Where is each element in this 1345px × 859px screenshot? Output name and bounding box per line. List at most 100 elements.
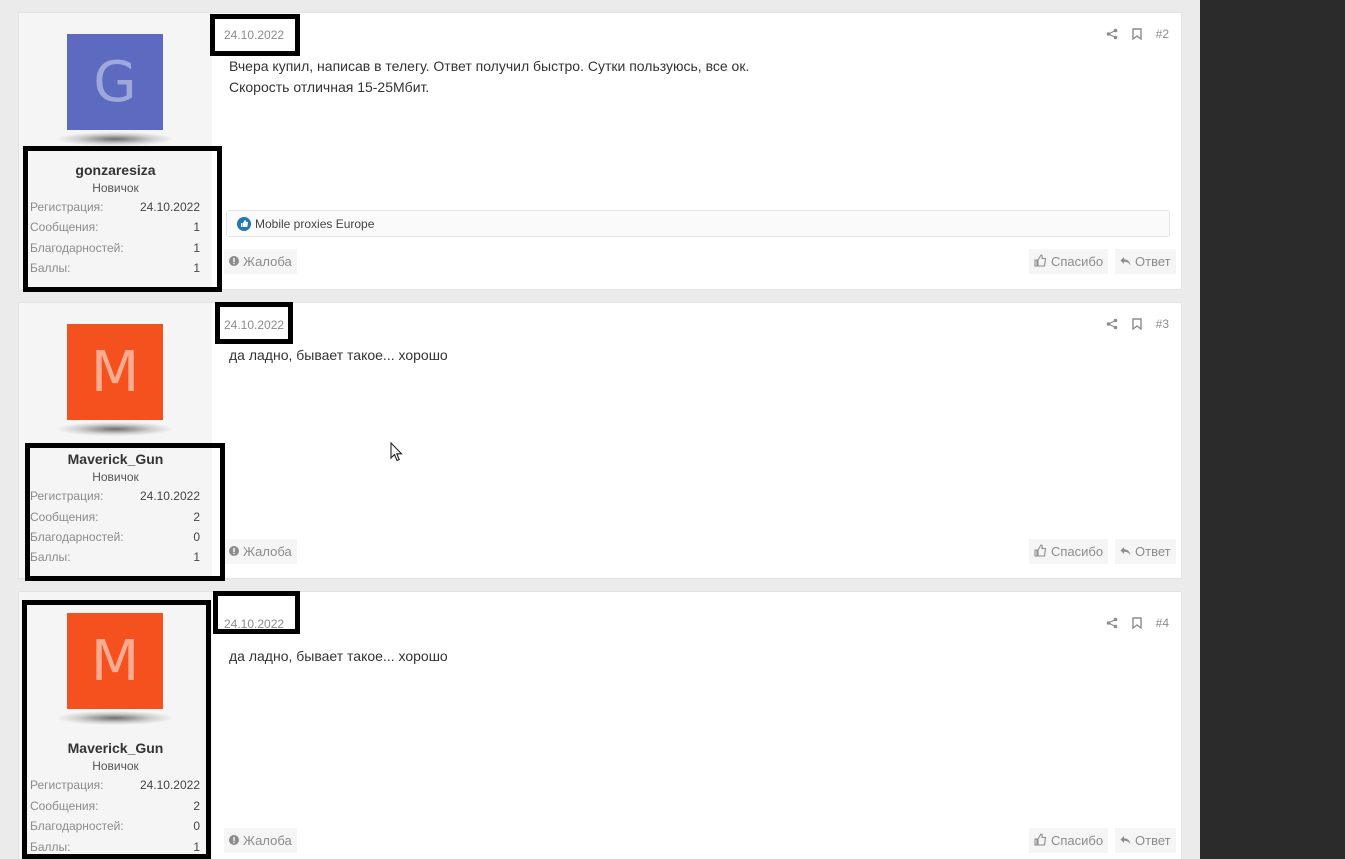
- avatar-shadow: [57, 422, 173, 436]
- stat-label: Сообщения:: [30, 799, 99, 813]
- thumbs-up-icon: [1034, 543, 1047, 560]
- like-label: Спасибо: [1051, 833, 1104, 848]
- stat-messages: Сообщения: 2: [30, 799, 200, 813]
- post-4: M Maverick_Gun Новичок Регистрация: 24.10…: [18, 591, 1182, 859]
- stat-points: Баллы: 1: [30, 550, 200, 564]
- stat-label: Благодарностей:: [30, 530, 124, 544]
- stat-label: Регистрация:: [30, 200, 104, 214]
- stat-label: Регистрация:: [30, 778, 104, 792]
- stat-value: 1: [193, 261, 200, 275]
- post-body: да ладно, бывает такое... хорошо: [229, 646, 448, 667]
- report-label: Жалоба: [243, 254, 292, 269]
- reply-button[interactable]: Ответ: [1115, 249, 1176, 274]
- stat-registration: Регистрация: 24.10.2022: [30, 778, 200, 792]
- like-button[interactable]: Спасибо: [1029, 539, 1109, 564]
- stat-thanks: Благодарностей: 0: [30, 530, 200, 544]
- stat-label: Баллы:: [30, 550, 71, 564]
- report-label: Жалоба: [243, 833, 292, 848]
- stat-value: 24.10.2022: [139, 489, 200, 503]
- stat-label: Регистрация:: [30, 489, 104, 503]
- stat-registration: Регистрация: 24.10.2022: [30, 200, 200, 214]
- reply-label: Ответ: [1135, 544, 1171, 559]
- avatar[interactable]: G: [67, 34, 163, 130]
- like-button[interactable]: Спасибо: [1029, 828, 1109, 853]
- post-date[interactable]: 24.10.2022: [224, 28, 284, 42]
- user-cell: G gonzaresiza Новичок Регистрация: 24.10.…: [19, 13, 212, 289]
- stat-label: Сообщения:: [30, 510, 99, 524]
- alert-icon: [229, 544, 239, 559]
- stat-label: Благодарностей:: [30, 241, 124, 255]
- post-tools: #2: [1106, 27, 1169, 41]
- stat-value: 0: [193, 530, 200, 544]
- stat-messages: Сообщения: 2: [30, 510, 200, 524]
- avatar[interactable]: M: [67, 613, 163, 709]
- user-title: Новичок: [92, 759, 139, 773]
- reply-icon: [1120, 833, 1131, 848]
- post-date[interactable]: 24.10.2022: [224, 318, 284, 332]
- username[interactable]: Maverick_Gun: [19, 451, 212, 467]
- post-body-line: Скорость отличная 15-25Мбит.: [229, 79, 430, 95]
- reactions-bar[interactable]: Mobile proxies Europe: [226, 210, 1170, 237]
- report-button[interactable]: Жалоба: [224, 539, 297, 564]
- like-button[interactable]: Спасибо: [1029, 249, 1109, 274]
- user-cell: M Maverick_Gun Новичок Регистрация: 24.10…: [19, 303, 212, 578]
- stat-label: Баллы:: [30, 261, 71, 275]
- stat-label: Баллы:: [30, 840, 71, 854]
- right-dark-panel: [1200, 0, 1345, 859]
- stat-label: Сообщения:: [30, 220, 99, 234]
- share-icon[interactable]: [1106, 318, 1118, 330]
- post-3: M Maverick_Gun Новичок Регистрация: 24.10…: [18, 302, 1182, 579]
- post-number[interactable]: #4: [1156, 616, 1169, 630]
- post-body-line: да ладно, бывает такое... хорошо: [229, 648, 448, 664]
- reply-label: Ответ: [1135, 833, 1171, 848]
- avatar[interactable]: M: [67, 324, 163, 420]
- stat-thanks: Благодарностей: 0: [30, 819, 200, 833]
- share-icon[interactable]: [1106, 28, 1118, 40]
- stat-value: 1: [193, 220, 200, 234]
- username[interactable]: gonzaresiza: [19, 162, 212, 178]
- post-number[interactable]: #3: [1156, 317, 1169, 331]
- stat-value: 24.10.2022: [139, 778, 200, 792]
- post-body-line: да ладно, бывает такое... хорошо: [229, 347, 448, 363]
- post-tools: #3: [1106, 317, 1169, 331]
- bookmark-icon[interactable]: [1131, 617, 1142, 629]
- thumbs-up-icon: [1034, 832, 1047, 849]
- bookmark-icon[interactable]: [1131, 28, 1142, 40]
- stat-value: 2: [193, 799, 200, 813]
- stat-value: 0: [193, 819, 200, 833]
- avatar-shadow: [57, 711, 173, 725]
- username[interactable]: Maverick_Gun: [19, 740, 212, 756]
- stat-thanks: Благодарностей: 1: [30, 241, 200, 255]
- stat-registration: Регистрация: 24.10.2022: [30, 489, 200, 503]
- stat-points: Баллы: 1: [30, 261, 200, 275]
- post-tools: #4: [1106, 616, 1169, 630]
- post-number[interactable]: #2: [1156, 27, 1169, 41]
- reply-button[interactable]: Ответ: [1115, 539, 1176, 564]
- stat-points: Баллы: 1: [30, 840, 200, 854]
- post-2: G gonzaresiza Новичок Регистрация: 24.10.…: [18, 12, 1182, 290]
- stat-value: 2: [193, 510, 200, 524]
- reply-icon: [1120, 544, 1131, 559]
- stat-value: 24.10.2022: [139, 200, 200, 214]
- stat-label: Благодарностей:: [30, 819, 124, 833]
- bookmark-icon[interactable]: [1131, 318, 1142, 330]
- like-label: Спасибо: [1051, 254, 1104, 269]
- stat-value: 1: [193, 550, 200, 564]
- report-button[interactable]: Жалоба: [224, 828, 297, 853]
- reply-button[interactable]: Ответ: [1115, 828, 1176, 853]
- post-date[interactable]: 24.10.2022: [224, 617, 284, 631]
- post-body: да ладно, бывает такое... хорошо: [229, 345, 448, 366]
- like-icon: [237, 216, 251, 231]
- stat-value: 1: [193, 840, 200, 854]
- mouse-cursor-icon: [390, 441, 404, 467]
- stat-messages: Сообщения: 1: [30, 220, 200, 234]
- report-button[interactable]: Жалоба: [224, 249, 297, 274]
- user-cell: M Maverick_Gun Новичок Регистрация: 24.10…: [19, 592, 212, 859]
- share-icon[interactable]: [1106, 617, 1118, 629]
- alert-icon: [229, 254, 239, 269]
- post-body: Вчера купил, написав в телегу. Ответ пол…: [229, 56, 749, 98]
- avatar-shadow: [57, 132, 173, 146]
- reaction-users[interactable]: Mobile proxies Europe: [255, 217, 374, 231]
- alert-icon: [229, 833, 239, 848]
- user-title: Новичок: [92, 181, 139, 195]
